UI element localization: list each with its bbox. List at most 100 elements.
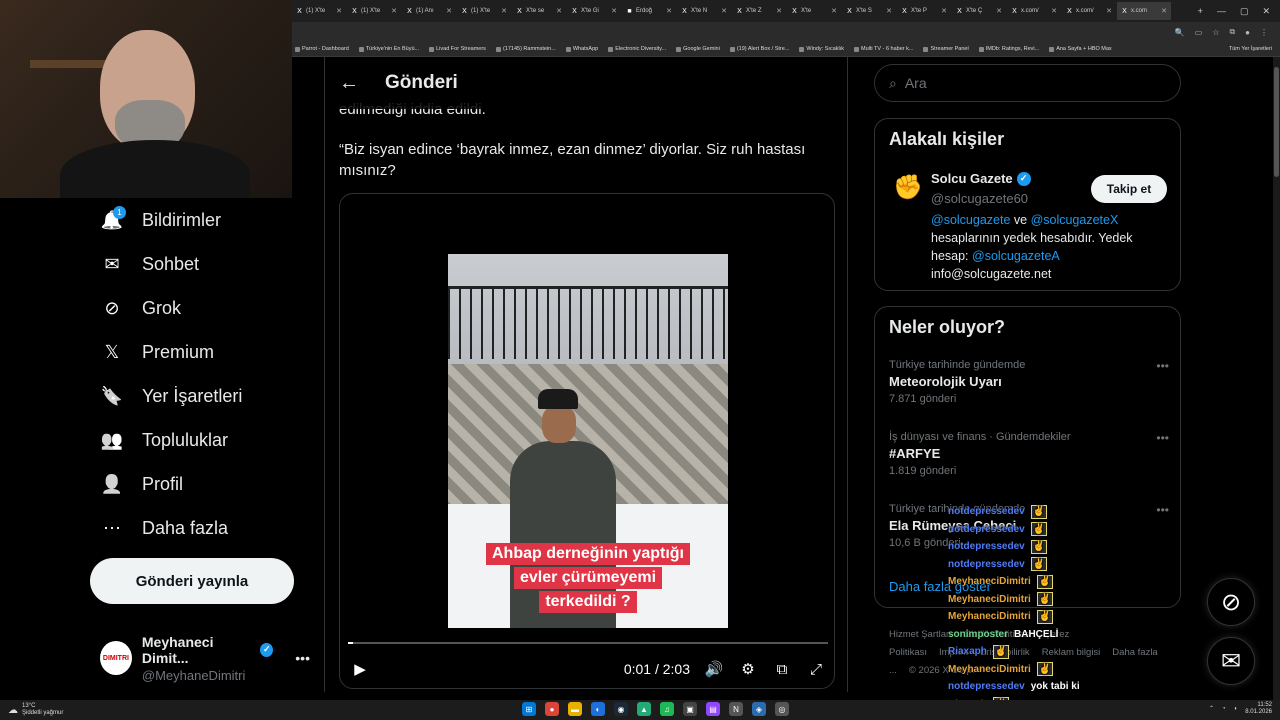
bookmark-item[interactable]: IMDb: Ratings, Revi...: [978, 46, 1039, 52]
folder-icon[interactable]: ▬: [568, 702, 582, 716]
nav-item-yer-i̇şaretleri[interactable]: 🔖 Yer İşaretleri: [100, 384, 243, 408]
more-icon[interactable]: •••: [1156, 359, 1169, 373]
bookmark-item[interactable]: Livad For Streamers: [429, 46, 486, 52]
browser-tab[interactable]: Xx.com/ ✕: [1062, 2, 1116, 20]
bookmark-item[interactable]: Türkiye'nin En Büyü...: [358, 46, 419, 52]
close-icon[interactable]: ✕: [831, 7, 837, 15]
close-icon[interactable]: ✕: [776, 7, 782, 15]
close-icon[interactable]: ✕: [721, 7, 727, 15]
back-arrow-icon[interactable]: ←: [339, 72, 359, 95]
browser-tab[interactable]: X X'te N ✕: [677, 2, 731, 20]
browser-tab[interactable]: X X'te P ✕: [897, 2, 951, 20]
close-icon[interactable]: ✕: [886, 7, 892, 15]
minimize-icon[interactable]: —: [1217, 6, 1226, 16]
profile-icon[interactable]: ●: [1245, 28, 1250, 37]
edge-icon[interactable]: ◐: [591, 702, 605, 716]
all-bookmarks[interactable]: Tüm Yer İşaretleri: [1229, 46, 1272, 52]
close-icon[interactable]: ✕: [446, 7, 452, 15]
nav-item-topluluklar[interactable]: 👥 Topluluklar: [100, 428, 228, 452]
bookmark-item[interactable]: (17145) Rammstein...: [495, 46, 556, 52]
footer-link[interactable]: Hizmet Şartları: [889, 629, 952, 640]
post-button[interactable]: Gönderi yayınla: [90, 558, 294, 604]
bookmark-item[interactable]: Multi TV - 6 haber k...: [854, 46, 913, 52]
twitch-icon[interactable]: ▤: [706, 702, 720, 716]
video-thumbnail[interactable]: Ahbap derneğinin yaptığı evler çürümeyemi…: [448, 254, 728, 628]
close-icon[interactable]: ✕: [1106, 7, 1112, 15]
zoom-icon[interactable]: 🔍: [1175, 28, 1185, 37]
steam-icon[interactable]: ◉: [614, 702, 628, 716]
grok-floating-button[interactable]: ⊘: [1207, 578, 1255, 626]
volume-icon[interactable]: 🔊: [704, 659, 724, 679]
close-icon[interactable]: ✕: [941, 7, 947, 15]
bookmark-item[interactable]: Ana Sayfa + HBO Max: [1049, 46, 1112, 52]
fist-logo-icon[interactable]: ✊: [893, 173, 923, 203]
account-switcher[interactable]: DIMITRI Meyhaneci Dimit... ✓ @MeyhaneDim…: [100, 634, 310, 683]
bookmark-item[interactable]: Streamer Panel: [923, 46, 969, 52]
messages-floating-button[interactable]: ✉: [1207, 637, 1255, 685]
close-icon[interactable]: ✕: [501, 7, 507, 15]
more-icon[interactable]: •••: [295, 650, 310, 666]
related-handle[interactable]: @solcugazete60: [931, 191, 1028, 206]
settings-gear-icon[interactable]: ⚙: [738, 659, 758, 679]
trend-item[interactable]: İş dünyası ve finans · Gündemdekiler #ARF…: [889, 431, 1169, 477]
browser-tab[interactable]: X X'te ✕: [787, 2, 841, 20]
browser-tab[interactable]: Xx.com ✕: [1117, 2, 1171, 20]
search-input[interactable]: ⌕ Ara: [874, 64, 1181, 102]
chrome-icon[interactable]: ●: [545, 702, 559, 716]
browser-tab[interactable]: X (1) X'te ✕: [347, 2, 401, 20]
app-icon[interactable]: ◈: [752, 702, 766, 716]
bio-link[interactable]: @solcugazeteA: [972, 249, 1060, 263]
bookmark-item[interactable]: Parrot - Dashboard: [295, 46, 349, 52]
app-icon[interactable]: ▣: [683, 702, 697, 716]
video-player[interactable]: Ahbap derneğinin yaptığı evler çürümeyemi…: [339, 193, 835, 689]
close-icon[interactable]: ✕: [556, 7, 562, 15]
browser-tab[interactable]: X X'te Ç ✕: [952, 2, 1006, 20]
maximize-icon[interactable]: ▢: [1240, 6, 1249, 17]
bookmark-item[interactable]: WhatsApp: [565, 46, 598, 52]
follow-button[interactable]: Takip et: [1091, 175, 1167, 203]
close-icon[interactable]: ✕: [1161, 7, 1167, 15]
browser-tab[interactable]: Xx.com/ ✕: [1007, 2, 1061, 20]
browser-tab[interactable]: ■ Erdoğ ✕: [622, 2, 676, 20]
bookmark-item[interactable]: Google Gemini: [676, 46, 720, 52]
bio-link[interactable]: @solcugazete: [931, 213, 1010, 227]
scrollbar[interactable]: [1273, 57, 1280, 700]
browser-tab[interactable]: X (1) X'te ✕: [457, 2, 511, 20]
nav-item-daha-fazla[interactable]: ⋯ Daha fazla: [100, 516, 228, 540]
extensions-icon[interactable]: ⧉: [1229, 27, 1235, 37]
nav-item-sohbet[interactable]: ✉ Sohbet: [100, 252, 199, 276]
nav-item-premium[interactable]: 𝕏 Premium: [100, 340, 214, 364]
nav-item-profil[interactable]: 👤 Profil: [100, 472, 183, 496]
app-icon[interactable]: N: [729, 702, 743, 716]
bookmark-item[interactable]: (19) Alert Box / Stre...: [729, 46, 789, 52]
browser-tab[interactable]: X X'te Gi ✕: [567, 2, 621, 20]
menu-icon[interactable]: ⋮: [1260, 28, 1268, 37]
star-icon[interactable]: ☆: [1212, 28, 1219, 37]
spotify-icon[interactable]: ♫: [660, 702, 674, 716]
obs-icon[interactable]: ◎: [775, 702, 789, 716]
new-tab-button[interactable]: +: [1198, 6, 1203, 16]
browser-tab[interactable]: X X'te Z ✕: [732, 2, 786, 20]
video-progress-bar[interactable]: [348, 642, 828, 644]
picture-in-picture-icon[interactable]: ⧉: [772, 659, 792, 679]
close-window-icon[interactable]: ✕: [1262, 6, 1270, 17]
browser-tab[interactable]: X (1) Anı ✕: [402, 2, 456, 20]
weather-widget[interactable]: ☁ 13°C Şiddetli yağmur: [0, 703, 63, 717]
bookmark-item[interactable]: Windy: Sıcaklık: [799, 46, 844, 52]
fullscreen-icon[interactable]: ⤢: [806, 659, 826, 679]
windows-start-icon[interactable]: ⊞: [522, 702, 536, 716]
close-icon[interactable]: ✕: [336, 7, 342, 15]
play-icon[interactable]: ▶: [350, 659, 370, 679]
browser-tab[interactable]: X X'te S ✕: [842, 2, 896, 20]
chevron-up-icon[interactable]: ⌃: [1209, 706, 1214, 713]
close-icon[interactable]: ✕: [996, 7, 1002, 15]
browser-tab[interactable]: X X'te se ✕: [512, 2, 566, 20]
bookmark-item[interactable]: Electronic Diversity...: [608, 46, 666, 52]
more-icon[interactable]: •••: [1156, 431, 1169, 445]
bio-link[interactable]: @solcugazeteX: [1031, 213, 1119, 227]
browser-tab[interactable]: X (1) X'te ✕: [292, 2, 346, 20]
close-icon[interactable]: ✕: [391, 7, 397, 15]
close-icon[interactable]: ✕: [1051, 7, 1057, 15]
close-icon[interactable]: ✕: [666, 7, 672, 15]
app-icon[interactable]: ▲: [637, 702, 651, 716]
